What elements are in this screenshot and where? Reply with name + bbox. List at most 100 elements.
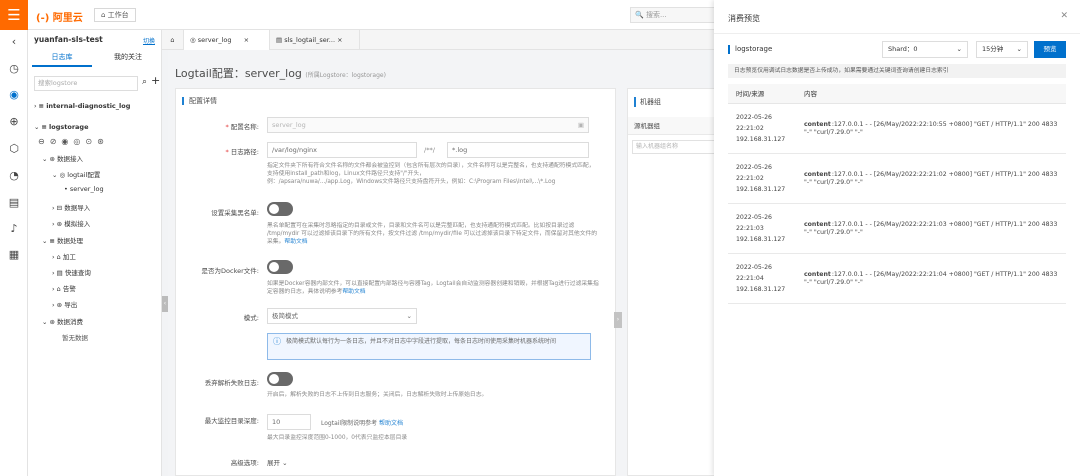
search-icon[interactable]: ⌕ bbox=[142, 77, 147, 87]
tree-item-logstorage[interactable]: ⌄ ≣ logstorage bbox=[34, 123, 88, 131]
tree-item-data-import[interactable]: › ⊟ 数据导入 bbox=[52, 202, 90, 212]
row-content: content:127.0.0.1 - - [26/May/2022:22:10… bbox=[804, 104, 1064, 154]
chevron-down-icon: ⌄ bbox=[956, 45, 962, 53]
tab-bar: ⌂ ◎ server_log × ▤ sls_logtail_ser... × bbox=[162, 30, 714, 50]
tab-label: server_log bbox=[197, 36, 232, 44]
tab-sls-logtail[interactable]: ▤ sls_logtail_ser... × bbox=[270, 30, 360, 50]
logstore-panel: yuanfan-sls-test 切换 日志库 我的关注 搜索logstore … bbox=[28, 30, 162, 476]
table-row: 2022-05-26 22:21:02 192.168.31.127 conten… bbox=[728, 104, 1066, 154]
tab-server-log[interactable]: ◎ server_log × bbox=[184, 30, 270, 50]
tree-item-mock-ingest[interactable]: › ⊛ 模拟接入 bbox=[52, 218, 90, 228]
logstore-search-input[interactable]: 搜索logstore bbox=[34, 76, 138, 91]
source-ip: 192.168.31.127 bbox=[736, 286, 786, 293]
switch-link[interactable]: 切换 bbox=[143, 36, 155, 45]
tree-label: server_log bbox=[69, 185, 104, 193]
content-value: :127.0.0.1 - - [26/May/2022:22:21:02 +08… bbox=[804, 171, 1058, 186]
tab-favorites[interactable]: 我的关注 bbox=[98, 52, 158, 65]
chevron-down-icon: ⌄ bbox=[1016, 45, 1022, 53]
row-time: 2022-05-26 22:21:03 192.168.31.127 bbox=[736, 212, 792, 245]
content-key: content bbox=[804, 271, 831, 278]
time-text: 2022-05-26 22:21:03 bbox=[736, 214, 772, 232]
tree-label: 数据消费 bbox=[57, 318, 84, 326]
tab-label: sls_logtail_ser... bbox=[284, 36, 336, 44]
preview-note: 日志预览仅用调试日志数据是否上传成功，如果需要通过关键词查询请创建日志索引 bbox=[728, 64, 1066, 78]
tree-label: 数据处理 bbox=[57, 237, 84, 245]
time-text: 2022-05-26 22:21:04 bbox=[736, 264, 772, 282]
tree-item-quick-query[interactable]: › ▤ 快速查询 bbox=[52, 267, 91, 277]
tree-label: logtail配置 bbox=[67, 171, 101, 179]
clock-icon[interactable]: ◷ bbox=[7, 62, 21, 76]
icon-rail: ‹ ◷ ◉ ⊕ ⬡ ◔ ▤ ♪ ▦ bbox=[0, 30, 28, 476]
source-ip: 192.168.31.127 bbox=[736, 136, 786, 143]
logstore-icon[interactable]: ◉ bbox=[7, 88, 21, 102]
tree-item-server-log[interactable]: • server_log bbox=[64, 185, 104, 193]
content-key: content bbox=[804, 171, 831, 178]
table-row: 2022-05-26 22:21:03 192.168.31.127 conten… bbox=[728, 204, 1066, 254]
search-placeholder: 搜索... bbox=[645, 11, 667, 19]
content-key: content bbox=[804, 221, 831, 228]
close-icon[interactable]: ✕ bbox=[1060, 11, 1068, 21]
table-header: 时间/来源 内容 bbox=[728, 84, 1066, 104]
drawer-title: 消费预览 bbox=[728, 14, 760, 23]
workbench-label: 工作台 bbox=[107, 11, 129, 19]
project-name: yuanfan-sls-test bbox=[34, 35, 103, 44]
divider bbox=[714, 33, 1080, 34]
chart-icon[interactable]: ◔ bbox=[7, 169, 21, 183]
global-search-input[interactable]: 🔍 搜索... bbox=[630, 7, 720, 23]
time-text: 2022-05-26 22:21:02 bbox=[736, 114, 772, 132]
tab-logstores[interactable]: 日志库 bbox=[32, 52, 92, 67]
tree-label: 快速查询 bbox=[64, 269, 91, 277]
tree-label: logstorage bbox=[49, 123, 89, 131]
source-ip: 192.168.31.127 bbox=[736, 186, 786, 193]
range-select[interactable]: 15分钟 ⌄ bbox=[976, 41, 1028, 58]
tree-item-logtail-config[interactable]: ⌄ ◎ logtail配置 bbox=[52, 169, 100, 179]
workbench-button[interactable]: ⌂ 工作台 bbox=[94, 8, 136, 22]
source-ip: 192.168.31.127 bbox=[736, 236, 786, 243]
logstore-actions[interactable]: ⊖⊘◉◎⊙⊛ bbox=[38, 137, 109, 146]
table-row: 2022-05-26 22:21:04 192.168.31.127 conten… bbox=[728, 254, 1066, 304]
logo-text: 阿里云 bbox=[52, 13, 83, 24]
close-icon[interactable]: × bbox=[244, 36, 249, 44]
tree-label: 导出 bbox=[64, 301, 78, 309]
logstore-name: logstorage bbox=[728, 45, 772, 54]
hamburger-icon[interactable]: ☰ bbox=[0, 0, 28, 30]
tree-item-transform[interactable]: › ⌂ 加工 bbox=[52, 251, 76, 261]
col-content: 内容 bbox=[804, 90, 817, 98]
row-content: content:127.0.0.1 - - [26/May/2022:22:21… bbox=[804, 204, 1064, 254]
tree-item-alert[interactable]: › ⌂ 告警 bbox=[52, 283, 76, 293]
search-icon[interactable]: ⊕ bbox=[7, 115, 21, 129]
tree-item-data-ingest[interactable]: ⌄ ⊛ 数据接入 bbox=[42, 153, 83, 163]
row-content: content:127.0.0.1 - - [26/May/2022:22:21… bbox=[804, 254, 1064, 304]
file-icon[interactable]: ▤ bbox=[7, 196, 21, 210]
preview-button[interactable]: 预览 bbox=[1034, 41, 1066, 58]
search-placeholder: 搜索logstore bbox=[38, 79, 78, 87]
tree-label: 数据接入 bbox=[57, 155, 84, 163]
grid-icon[interactable]: ▦ bbox=[7, 248, 21, 262]
table-row: 2022-05-26 22:21:02 192.168.31.127 conten… bbox=[728, 154, 1066, 204]
select-value: Shard：0 bbox=[888, 45, 918, 53]
content-value: :127.0.0.1 - - [26/May/2022:22:21:03 +08… bbox=[804, 221, 1058, 236]
add-icon[interactable]: + bbox=[151, 74, 160, 87]
chevron-left-icon[interactable]: ‹ bbox=[7, 35, 21, 49]
shard-select[interactable]: Shard：0 ⌄ bbox=[882, 41, 968, 58]
tree-label: internal-diagnostic_log bbox=[46, 102, 131, 110]
bell-icon[interactable]: ♪ bbox=[7, 222, 21, 236]
tree-item-data-processing[interactable]: ⌄ ≣ 数据处理 bbox=[42, 235, 83, 245]
time-text: 2022-05-26 22:21:02 bbox=[736, 164, 772, 182]
tree-label: 模拟接入 bbox=[64, 220, 91, 228]
row-time: 2022-05-26 22:21:04 192.168.31.127 bbox=[736, 262, 792, 295]
empty-text: 暂无数据 bbox=[62, 334, 88, 342]
select-value: 15分钟 bbox=[982, 45, 1004, 53]
tree-item-data-consumption[interactable]: ⌄ ⊛ 数据消费 bbox=[42, 316, 83, 326]
tree-item-export[interactable]: › ⊛ 导出 bbox=[52, 299, 77, 309]
tree-label: 告警 bbox=[62, 285, 76, 293]
content-value: :127.0.0.1 - - [26/May/2022:22:10:55 +08… bbox=[804, 121, 1058, 136]
content-key: content bbox=[804, 121, 831, 128]
row-time: 2022-05-26 22:21:02 192.168.31.127 bbox=[736, 112, 792, 145]
row-time: 2022-05-26 22:21:02 192.168.31.127 bbox=[736, 162, 792, 195]
aliyun-logo[interactable]: (-) 阿里云 bbox=[36, 9, 83, 24]
tree-item-internal-diagnostic[interactable]: › ≣ internal-diagnostic_log bbox=[34, 102, 130, 110]
close-icon[interactable]: × bbox=[337, 36, 342, 44]
home-icon[interactable]: ⌂ bbox=[162, 30, 184, 50]
cube-icon[interactable]: ⬡ bbox=[7, 142, 21, 156]
